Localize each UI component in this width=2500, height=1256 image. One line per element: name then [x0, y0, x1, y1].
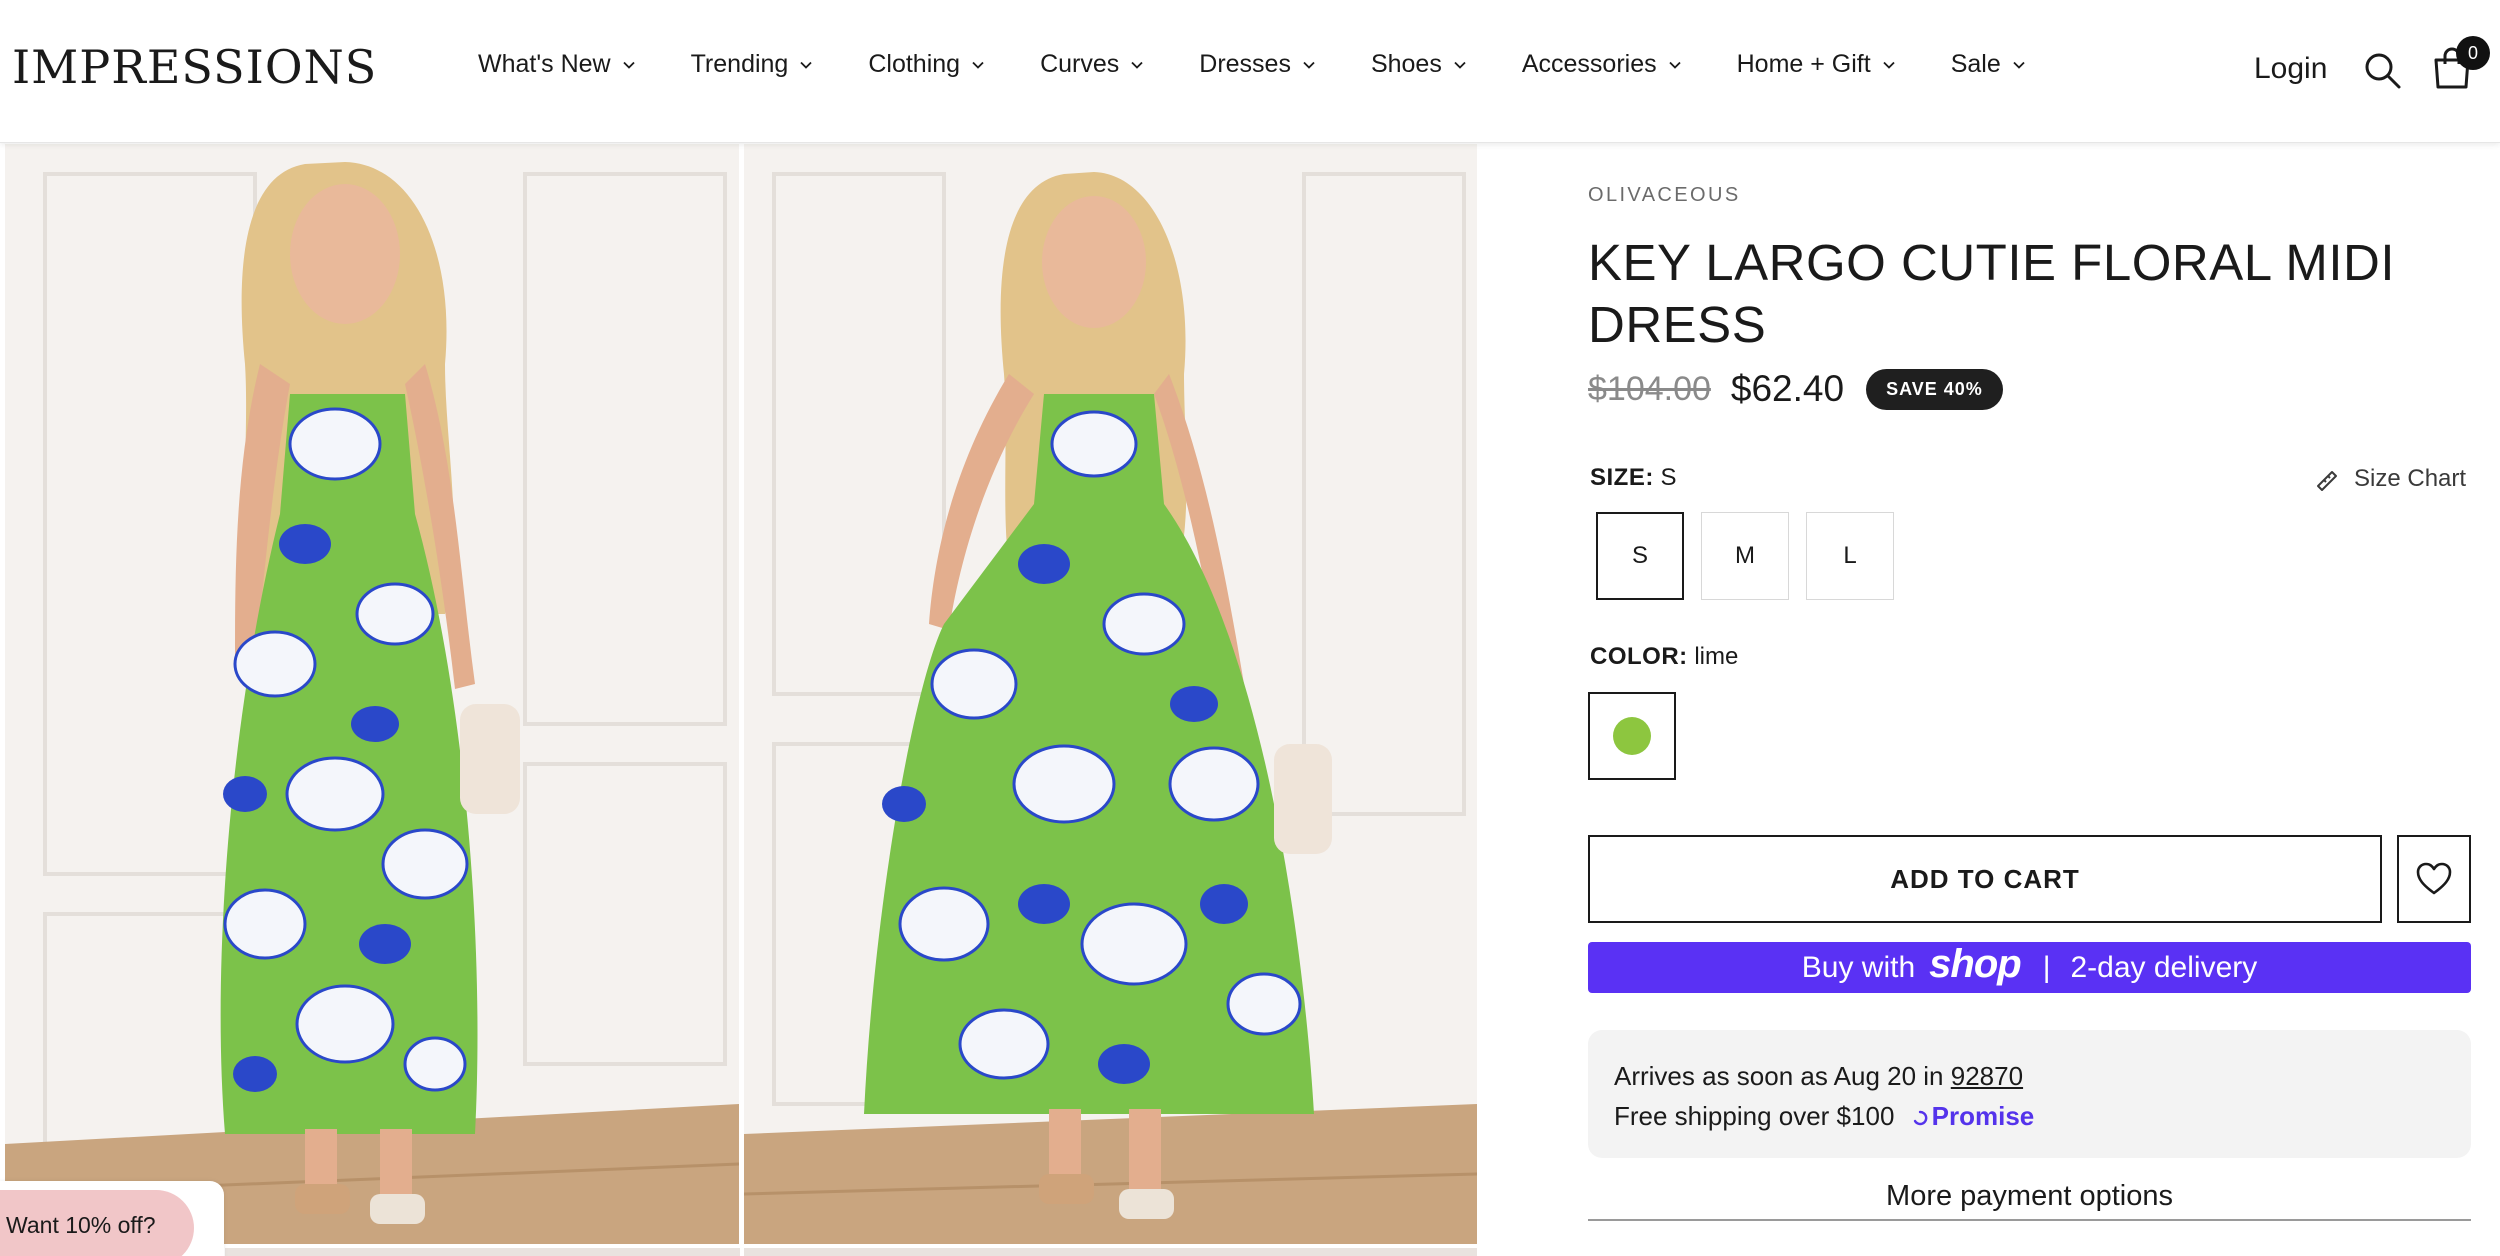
- nav-item-label: Dresses: [1199, 50, 1291, 78]
- product-photo: [5, 144, 739, 1244]
- cart-count-badge: 0: [2456, 36, 2490, 70]
- product-image-twirl[interactable]: [744, 144, 1477, 1244]
- color-label: COLOR:: [1590, 643, 1688, 670]
- more-payment-options-link[interactable]: More payment options: [1588, 1180, 2471, 1221]
- chevron-down-icon: [1668, 61, 1681, 69]
- shop-pay-separator: |: [2042, 950, 2051, 984]
- main-nav: What's New Trending Clothing Curves Dres…: [478, 50, 2081, 79]
- nav-item-shoes[interactable]: Shoes: [1371, 50, 1466, 79]
- chevron-down-icon: [800, 61, 812, 69]
- price-row: $104.00 $62.40 SAVE 40%: [1588, 368, 2003, 410]
- thumbnail-strip: [744, 1248, 1477, 1256]
- nav-item-accessories[interactable]: Accessories: [1522, 50, 1681, 79]
- chevron-down-icon: [1883, 61, 1895, 69]
- nav-item-label: Trending: [690, 50, 789, 78]
- color-option-label: COLOR: lime: [1590, 643, 1738, 671]
- chevron-down-icon: [2013, 61, 2025, 69]
- nav-item-dresses[interactable]: Dresses: [1199, 50, 1315, 79]
- original-price: $104.00: [1588, 369, 1711, 408]
- shop-pay-prefix: Buy with: [1801, 950, 1916, 984]
- selected-color: lime: [1694, 643, 1739, 670]
- shop-pay-delivery: 2-day delivery: [2070, 950, 2258, 984]
- nav-item-home-gift[interactable]: Home + Gift: [1737, 50, 1895, 79]
- search-icon[interactable]: [2362, 50, 2402, 90]
- size-label: SIZE:: [1590, 464, 1654, 491]
- promise-link[interactable]: Promise: [1912, 1101, 2035, 1131]
- nav-item-label: Accessories: [1521, 50, 1657, 78]
- add-to-cart-button[interactable]: ADD TO CART: [1588, 835, 2382, 923]
- save-badge: SAVE 40%: [1866, 368, 2003, 410]
- heart-icon: [2416, 862, 2452, 895]
- product-photo: [744, 144, 1477, 1244]
- shop-logo: shop: [1929, 942, 2022, 986]
- size-option-m[interactable]: M: [1701, 512, 1789, 600]
- discount-popup-button[interactable]: Want 10% off?: [0, 1190, 194, 1256]
- site-header: IMPRESSIONS What's New Trending Clothing…: [0, 0, 2500, 143]
- shipping-line: Free shipping over $100 Promise: [1614, 1096, 2471, 1136]
- size-options: S M L: [1596, 512, 1894, 600]
- product-title: KEY LARGO CUTIE FLORAL MIDI DRESS: [1588, 234, 2396, 353]
- size-option-label: SIZE: S: [1590, 464, 1677, 492]
- chevron-down-icon: [1131, 61, 1143, 69]
- chevron-down-icon: [972, 61, 984, 69]
- nav-item-label: Home + Gift: [1736, 50, 1871, 78]
- nav-item-label: Shoes: [1370, 50, 1442, 78]
- product-image-front[interactable]: [5, 144, 739, 1244]
- delivery-info: Arrives as soon as Aug 20 in 92870 Free …: [1588, 1030, 2471, 1158]
- nav-item-sale[interactable]: Sale: [1951, 50, 2025, 79]
- size-chart-link[interactable]: Size Chart: [2314, 465, 2466, 493]
- sale-price: $62.40: [1730, 368, 1845, 409]
- nav-item-whats-new[interactable]: What's New: [478, 50, 635, 79]
- chevron-down-icon: [1303, 61, 1315, 69]
- size-chart-label: Size Chart: [2354, 465, 2467, 492]
- nav-item-label: Curves: [1040, 50, 1120, 78]
- ruler-icon: [2317, 471, 2337, 491]
- thumbnail-strip: [225, 1248, 740, 1256]
- size-option-l[interactable]: L: [1806, 512, 1894, 600]
- nav-item-clothing[interactable]: Clothing: [868, 50, 984, 79]
- nav-item-label: Sale: [1950, 50, 2001, 78]
- nav-item-label: Clothing: [868, 50, 961, 78]
- buy-with-shop-button[interactable]: Buy with shop | 2-day delivery: [1588, 942, 2471, 993]
- wishlist-button[interactable]: [2397, 835, 2471, 923]
- login-link[interactable]: Login: [2254, 52, 2327, 86]
- size-option-s[interactable]: S: [1596, 512, 1684, 600]
- delivery-estimate: Arrives as soon as Aug 20 in 92870: [1614, 1056, 2471, 1096]
- selected-size: S: [1660, 464, 1677, 491]
- chevron-down-icon: [622, 61, 635, 69]
- arrival-text: Arrives as soon as Aug 20 in: [1614, 1061, 1944, 1091]
- site-logo[interactable]: IMPRESSIONS: [12, 40, 377, 94]
- chevron-down-icon: [1454, 61, 1466, 69]
- nav-item-trending[interactable]: Trending: [691, 50, 813, 79]
- zip-code-link[interactable]: 92870: [1951, 1061, 2023, 1091]
- promise-label: Promise: [1931, 1101, 2035, 1131]
- product-vendor[interactable]: OLIVACEOUS: [1588, 184, 1741, 207]
- free-shipping-text: Free shipping over $100: [1614, 1101, 1895, 1131]
- nav-item-label: What's New: [478, 50, 611, 78]
- swatch-dot: [1613, 717, 1651, 755]
- promise-icon: [1913, 1110, 1928, 1126]
- nav-item-curves[interactable]: Curves: [1040, 50, 1143, 79]
- color-swatch-lime[interactable]: [1588, 692, 1676, 780]
